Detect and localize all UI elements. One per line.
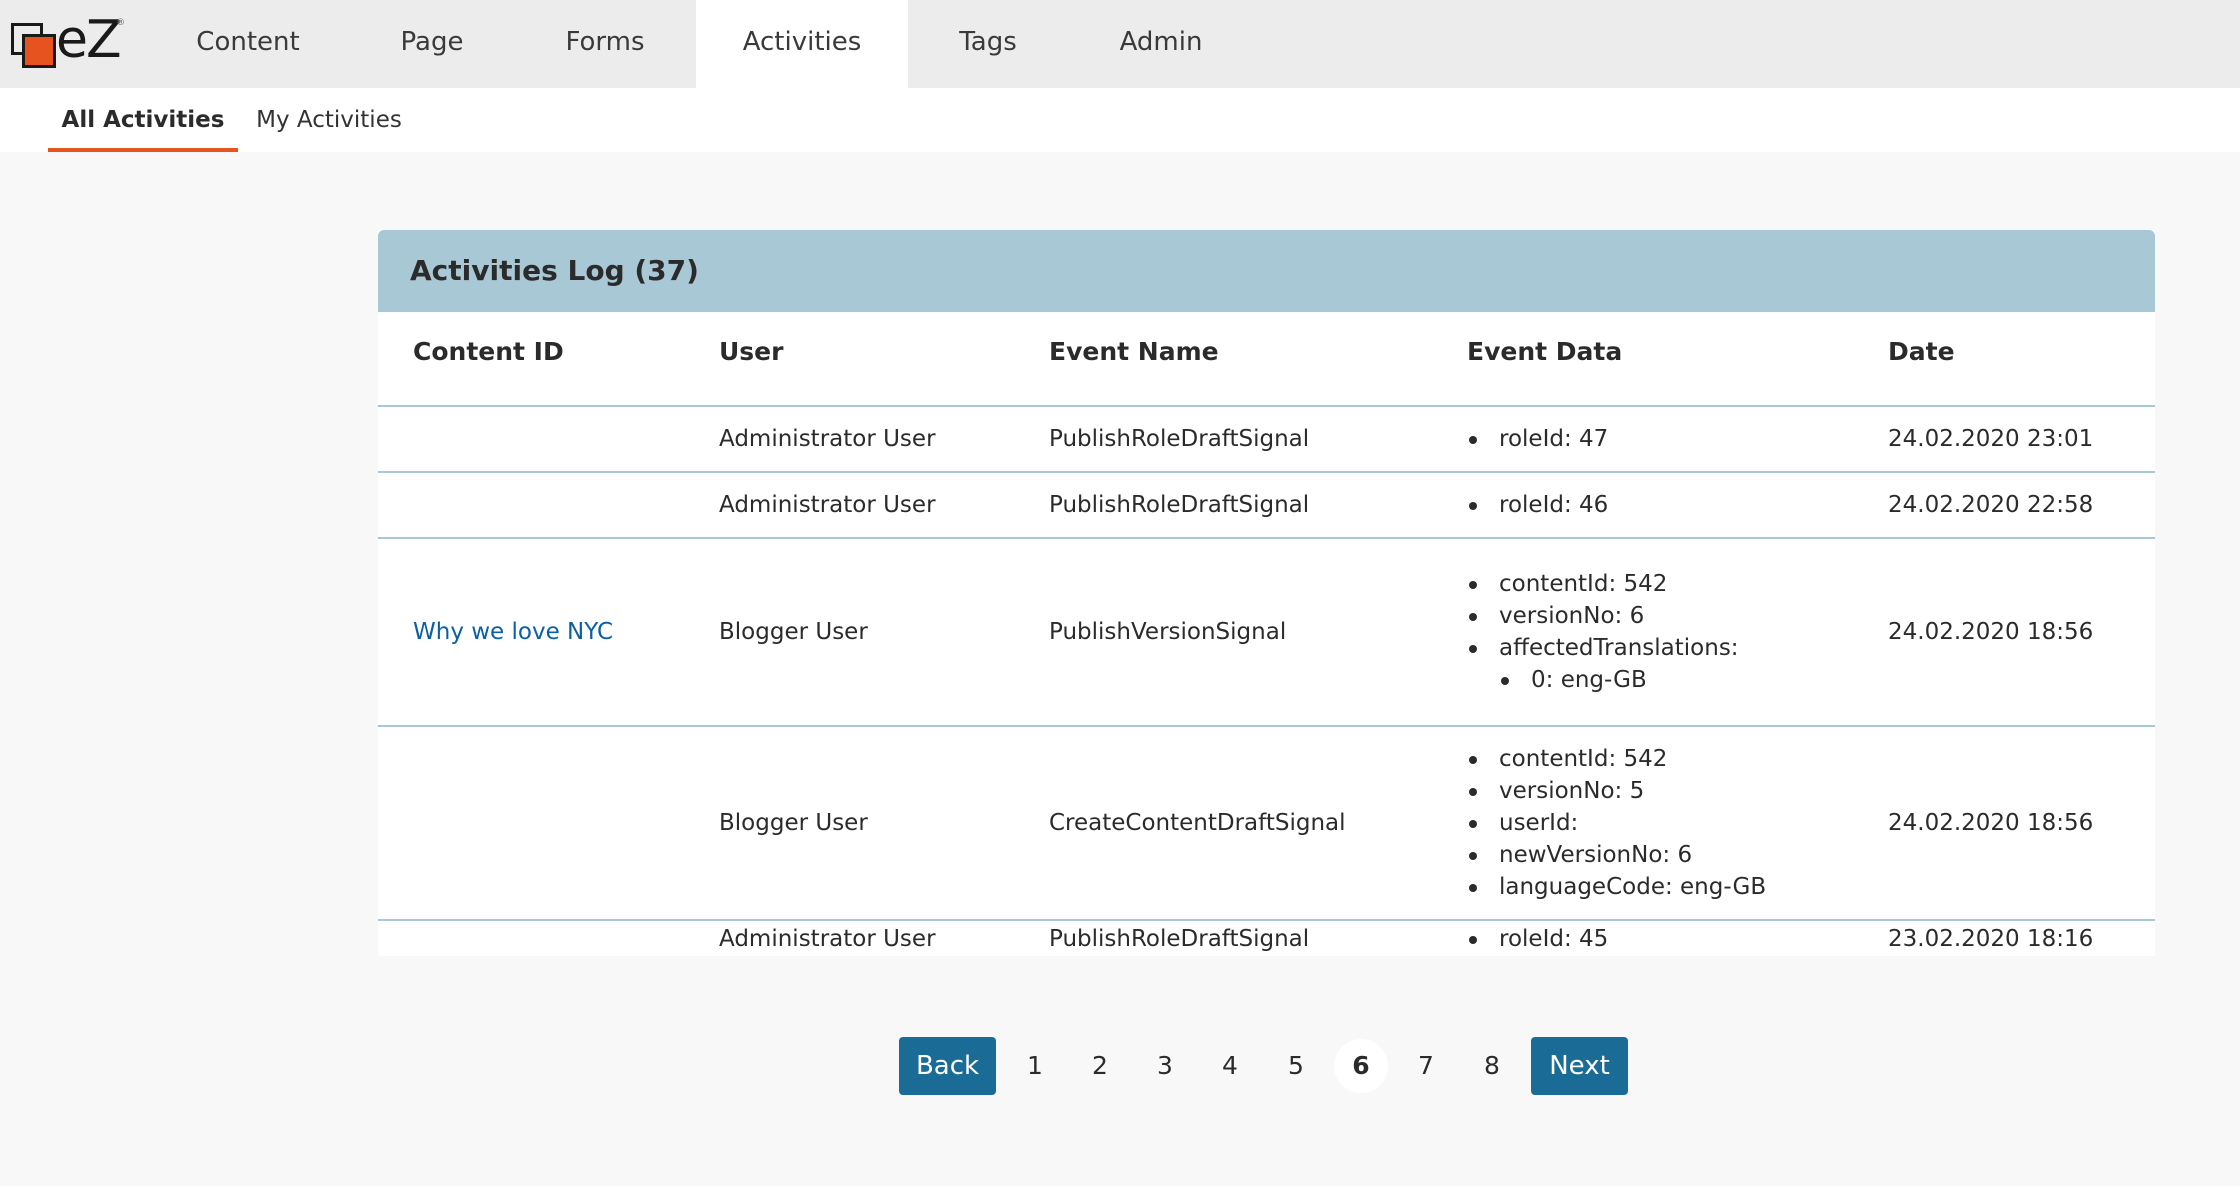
logo-square-fill bbox=[22, 34, 56, 68]
table-row: Administrator User PublishRoleDraftSigna… bbox=[378, 407, 2155, 473]
event-data-item: affectedTranslations: bbox=[1467, 632, 1739, 664]
nav-item-page[interactable]: Page bbox=[350, 0, 514, 88]
row-event-data: contentId: 542 versionNo: 5 userId: newV… bbox=[1467, 727, 1766, 919]
nav-item-tags[interactable]: Tags bbox=[906, 0, 1070, 88]
row-event-name: PublishVersionSignal bbox=[1049, 619, 1287, 645]
activities-log-title: Activities Log (37) bbox=[378, 230, 2155, 312]
sub-navigation: All Activities My Activities bbox=[0, 88, 2240, 152]
page-link-2[interactable]: 2 bbox=[1073, 1039, 1127, 1093]
table-row: Why we love NYC Blogger User PublishVers… bbox=[378, 539, 2155, 727]
event-data-item: userId: bbox=[1467, 807, 1766, 839]
event-data-item: languageCode: eng-GB bbox=[1467, 871, 1766, 903]
page-link-3[interactable]: 3 bbox=[1138, 1039, 1192, 1093]
nav-item-content[interactable]: Content bbox=[166, 0, 330, 88]
row-event-name: PublishRoleDraftSignal bbox=[1049, 492, 1310, 518]
row-event-name: PublishRoleDraftSignal bbox=[1049, 426, 1310, 452]
column-header-user: User bbox=[719, 337, 784, 366]
event-data-item: roleId: 46 bbox=[1467, 489, 1608, 521]
row-event-data: roleId: 46 bbox=[1467, 473, 1608, 537]
back-button[interactable]: Back bbox=[899, 1037, 996, 1095]
logo-text: eZ bbox=[56, 10, 122, 70]
ez-logo[interactable]: eZ ® bbox=[8, 10, 126, 70]
logo-registered-mark: ® bbox=[116, 18, 125, 28]
row-date: 24.02.2020 18:56 bbox=[1888, 619, 2094, 645]
column-header-content-id: Content ID bbox=[413, 337, 564, 366]
page-link-7[interactable]: 7 bbox=[1399, 1039, 1453, 1093]
event-data-item: roleId: 45 bbox=[1467, 923, 1608, 955]
event-data-item: newVersionNo: 6 bbox=[1467, 839, 1766, 871]
tab-all-activities[interactable]: All Activities bbox=[48, 88, 238, 152]
event-data-subitem: 0: eng-GB bbox=[1467, 664, 1739, 696]
row-event-name: PublishRoleDraftSignal bbox=[1049, 925, 1310, 952]
row-user: Administrator User bbox=[719, 925, 936, 952]
row-event-data: contentId: 542 versionNo: 6 affectedTran… bbox=[1467, 539, 1739, 725]
page-link-1[interactable]: 1 bbox=[1008, 1039, 1062, 1093]
row-event-data: roleId: 45 bbox=[1467, 921, 1608, 956]
nav-item-forms[interactable]: Forms bbox=[523, 0, 687, 88]
event-data-item: contentId: 542 bbox=[1467, 743, 1766, 775]
row-user: Blogger User bbox=[719, 810, 868, 836]
event-data-item: versionNo: 5 bbox=[1467, 775, 1766, 807]
row-user: Administrator User bbox=[719, 426, 936, 452]
top-navigation: eZ ® Content Page Forms Activities Tags … bbox=[0, 0, 2240, 88]
table-row: Administrator User PublishRoleDraftSigna… bbox=[378, 921, 2155, 956]
page-link-8[interactable]: 8 bbox=[1465, 1039, 1519, 1093]
row-event-data: roleId: 47 bbox=[1467, 407, 1608, 471]
row-date: 23.02.2020 18:16 bbox=[1888, 925, 2094, 952]
row-content-id: Why we love NYC bbox=[413, 539, 613, 725]
event-data-item: roleId: 47 bbox=[1467, 423, 1608, 455]
row-user: Administrator User bbox=[719, 492, 936, 518]
nav-item-admin[interactable]: Admin bbox=[1079, 0, 1243, 88]
row-date: 24.02.2020 23:01 bbox=[1888, 426, 2094, 452]
page-link-4[interactable]: 4 bbox=[1203, 1039, 1257, 1093]
row-event-name: CreateContentDraftSignal bbox=[1049, 810, 1346, 836]
nav-item-activities[interactable]: Activities bbox=[696, 0, 908, 88]
content-link[interactable]: Why we love NYC bbox=[413, 619, 613, 645]
next-button[interactable]: Next bbox=[1531, 1037, 1628, 1095]
page-link-6-current[interactable]: 6 bbox=[1334, 1039, 1388, 1093]
tab-my-activities[interactable]: My Activities bbox=[254, 88, 404, 152]
activities-log-card: Activities Log (37) Content ID User Even… bbox=[378, 230, 2155, 956]
event-data-item: contentId: 542 bbox=[1467, 568, 1739, 600]
row-date: 24.02.2020 18:56 bbox=[1888, 810, 2094, 836]
column-header-event-data: Event Data bbox=[1467, 337, 1623, 366]
row-date: 24.02.2020 22:58 bbox=[1888, 492, 2094, 518]
row-user: Blogger User bbox=[719, 619, 868, 645]
table-row: Administrator User PublishRoleDraftSigna… bbox=[378, 473, 2155, 539]
table-row: Blogger User CreateContentDraftSignal co… bbox=[378, 727, 2155, 921]
table-header: Content ID User Event Name Event Data Da… bbox=[378, 312, 2155, 407]
column-header-date: Date bbox=[1888, 337, 1955, 366]
pagination: Back 1 2 3 4 5 6 7 8 Next bbox=[899, 1037, 1629, 1095]
event-data-item: versionNo: 6 bbox=[1467, 600, 1739, 632]
page-link-5[interactable]: 5 bbox=[1269, 1039, 1323, 1093]
column-header-event-name: Event Name bbox=[1049, 337, 1219, 366]
